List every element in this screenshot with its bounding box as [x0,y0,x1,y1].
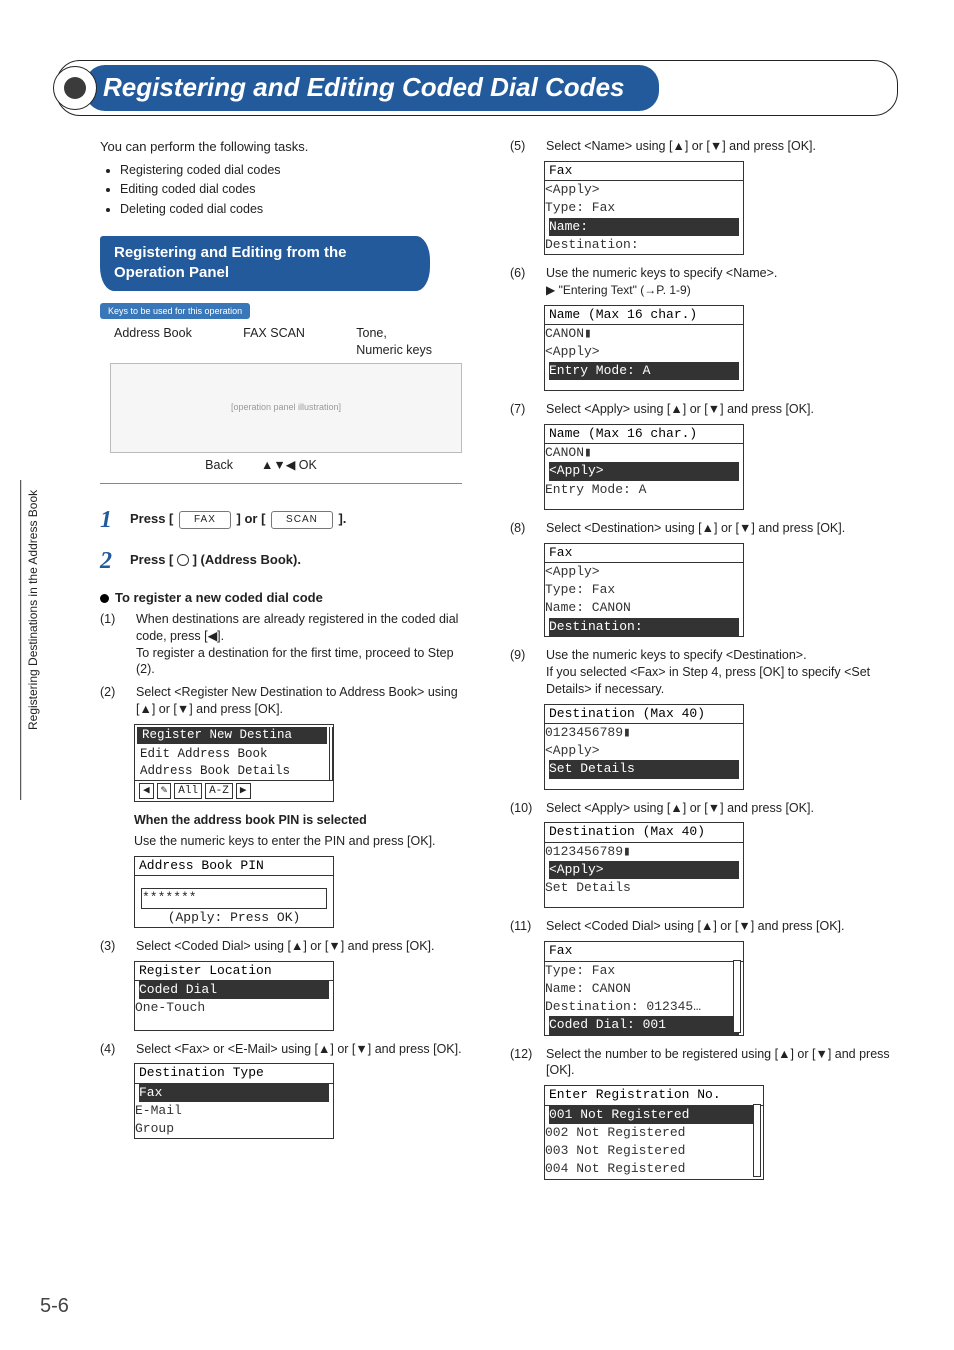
lcd-destination-type: Destination Type Fax E-Mail Group [134,1063,334,1139]
substep-11: (11)Select <Coded Dial> using [▲] or [▼]… [510,918,916,935]
side-tab: Registering Destinations in the Address … [20,480,45,800]
keys-used-tag: Keys to be used for this operation [100,303,250,319]
lcd-register-new: Register New Destina Edit Address Book A… [134,724,334,802]
intro-text: You can perform the following tasks. [100,138,462,156]
substep-7: (7)Select <Apply> using [▲] or [▼] and p… [510,401,916,418]
task-item: Deleting coded dial codes [120,201,462,218]
all-filter-button[interactable]: All [174,783,202,800]
fax-button[interactable]: FAX [179,511,231,529]
section-header: Registering and Editing Coded Dial Codes [56,60,898,116]
lcd-selected-line: Entry Mode: A [549,362,739,380]
step-number: 1 [100,504,120,536]
substep-4: (4) Select <Fax> or <E-Mail> using [▲] o… [100,1041,462,1058]
substep-5: (5)Select <Name> using [▲] or [▼] and pr… [510,138,916,155]
lcd-fax-coded-dial: Fax Type: Fax Name: CANON Destination: 0… [544,941,744,1035]
lcd-selected-line: Set Details [549,760,739,778]
lcd-name-apply: Name (Max 16 char.) CANON▮ <Apply> Entry… [544,424,744,510]
substep-8: (8)Select <Destination> using [▲] or [▼]… [510,520,916,537]
step-number: 2 [100,545,120,577]
device-panel-image: [operation panel illustration] [110,363,462,453]
pin-note-head: When the address book PIN is selected [134,813,367,827]
lcd-fax-destination: Fax <Apply> Type: Fax Name: CANON Destin… [544,543,744,637]
key-label: Address Book [114,325,192,359]
lcd-selected-line: Register New Destina [137,727,327,744]
nav-left-icon[interactable]: ◀ [139,783,154,800]
pin-note-body: Use the numeric keys to enter the PIN an… [134,833,462,850]
substep-3: (3) Select <Coded Dial> using [▲] or [▼]… [100,938,462,955]
lcd-name-entry: Name (Max 16 char.) CANON▮ <Apply> Entry… [544,305,744,391]
lcd-register-location: Register Location Coded Dial One-Touch [134,961,334,1031]
key-label: Back [205,457,233,474]
substep-12: (12)Select the number to be registered u… [510,1046,916,1080]
substep-2: (2) Select <Register New Destination to … [100,684,462,718]
task-list: Registering coded dial codes Editing cod… [110,162,462,219]
substep-1: (1) When destinations are already regist… [100,611,462,679]
lcd-selected-line: 001 Not Registered [549,1106,759,1124]
step1-suffix: ]. [338,511,346,526]
lcd-selected-line: Name: [549,218,739,236]
page-number: 5-6 [40,1293,69,1320]
lcd-destination-entry: Destination (Max 40) 0123456789▮ <Apply>… [544,704,744,790]
lcd-selected-line: Destination: [549,618,739,636]
step-1: 1 Press [ FAX ] or [ SCAN ]. [100,504,462,536]
address-book-key-icon[interactable] [177,554,189,566]
lcd-fax-name: Fax <Apply> Type: Fax Name: Destination: [544,161,744,255]
substep-9: (9) Use the numeric keys to specify <Des… [510,647,916,698]
task-item: Editing coded dial codes [120,181,462,198]
scan-button[interactable]: SCAN [271,511,333,529]
keys-used-box: Keys to be used for this operation Addre… [100,301,462,485]
step1-mid: ] or [ [237,511,266,526]
lcd-selected-line: Coded Dial [139,981,329,999]
task-item: Registering coded dial codes [120,162,462,179]
section-title: Registering and Editing Coded Dial Codes [85,65,659,110]
key-label: FAX SCAN [243,325,305,359]
key-label: Numeric keys [356,343,432,357]
register-subheading: To register a new coded dial code [100,589,462,607]
lcd-selected-line: Fax [139,1084,329,1102]
substep-10: (10)Select <Apply> using [▲] or [▼] and … [510,800,916,817]
substep-6: (6) Use the numeric keys to specify <Nam… [510,265,916,299]
header-bullet-icon [53,66,97,110]
key-label: Tone, [356,326,387,340]
key-label: ▲▼◀ OK [261,457,317,474]
cross-reference: ▶ "Entering Text" (→P. 1-9) [546,283,691,297]
edit-icon[interactable]: ✎ [157,783,172,800]
lcd-line: Edit Address Book [135,746,329,763]
lcd-registration-number: Enter Registration No. 001 Not Registere… [544,1085,764,1179]
lcd-selected-line: <Apply> [549,462,739,480]
step-2: 2 Press [ ] (Address Book). [100,545,462,577]
nav-right-icon[interactable]: ▶ [236,783,251,800]
lcd-selected-line: Coded Dial: 001 [549,1016,739,1034]
lcd-selected-line: <Apply> [549,861,739,879]
az-filter-button[interactable]: A-Z [205,783,233,800]
lcd-line: Address Book Details [135,763,329,780]
subsection-heading: Registering and Editing from the Operati… [100,236,430,291]
lcd-destination-apply: Destination (Max 40) 0123456789▮ <Apply>… [544,822,744,908]
step1-prefix: Press [ [130,511,173,526]
lcd-pin: Address Book PIN ******* (Apply: Press O… [134,856,334,928]
